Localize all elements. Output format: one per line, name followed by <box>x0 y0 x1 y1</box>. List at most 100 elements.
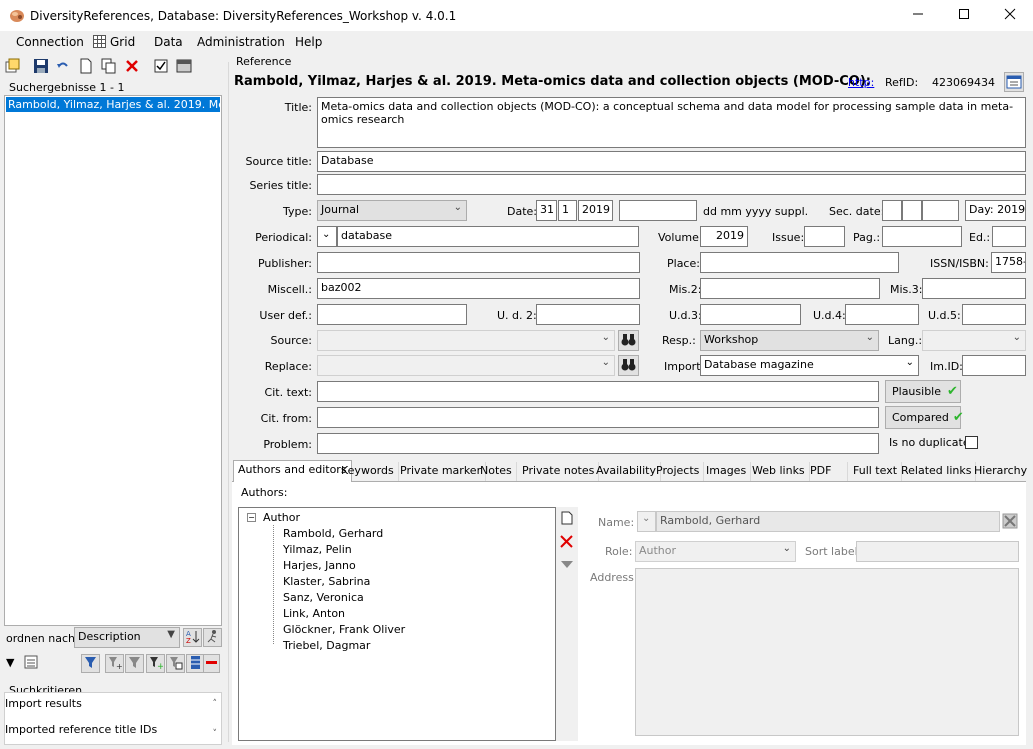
ud3-field[interactable] <box>700 304 801 325</box>
tab-images[interactable]: Images <box>702 462 752 481</box>
new-query-icon[interactable] <box>3 58 21 76</box>
volume-field[interactable]: 2019 <box>700 226 748 247</box>
tab-web-links[interactable]: Web links <box>748 462 810 481</box>
menu-administration[interactable]: Administration <box>197 35 285 49</box>
imid-field[interactable] <box>962 355 1026 376</box>
tab-keywords[interactable]: Keywords <box>337 462 399 481</box>
issue-field[interactable] <box>804 226 845 247</box>
tab-authors[interactable]: Authors and editors <box>233 460 352 482</box>
ud4-field[interactable] <box>845 304 919 325</box>
lang-select[interactable]: ⌄ <box>922 330 1026 351</box>
miscell-field[interactable]: baz002 <box>317 278 640 299</box>
tree-root[interactable]: Author <box>263 511 300 524</box>
mis3-field[interactable] <box>922 278 1026 299</box>
http-link[interactable]: http: <box>848 76 874 89</box>
undo-icon[interactable] <box>54 58 72 76</box>
panel-icon[interactable] <box>175 58 193 76</box>
collapse-icon[interactable]: − <box>247 513 256 522</box>
source-title-field[interactable]: Database <box>317 151 1026 172</box>
move-down-icon[interactable] <box>560 559 574 572</box>
delete-icon[interactable] <box>123 58 141 76</box>
date-day-field[interactable]: 31 <box>536 200 557 221</box>
pag-field[interactable] <box>882 226 962 247</box>
sort-az-icon[interactable]: AZ <box>183 628 202 647</box>
splitter[interactable] <box>228 62 229 742</box>
source-select[interactable]: ⌄ <box>317 330 615 351</box>
menu-help[interactable]: Help <box>295 35 322 49</box>
scroll-down-icon[interactable]: ˅ <box>213 729 218 739</box>
author-item[interactable]: Triebel, Dagmar <box>283 639 370 652</box>
problem-field[interactable] <box>317 433 879 454</box>
replace-select[interactable]: ⌄ <box>317 355 615 376</box>
tab-hierarchy[interactable]: Hierarchy <box>970 462 1031 481</box>
tab-notes[interactable]: Notes <box>476 462 517 481</box>
tab-private-marker[interactable]: Private marker <box>396 462 487 481</box>
remove-author-icon[interactable] <box>559 534 574 552</box>
publisher-field[interactable] <box>317 252 640 273</box>
filter-remove-icon[interactable] <box>125 654 144 673</box>
result-item[interactable]: Rambold, Yilmaz, Harjes & al. 2019. Meta… <box>6 97 220 112</box>
dropdown-toggle-icon[interactable]: ▼ <box>6 656 20 670</box>
tab-private-notes[interactable]: Private notes <box>518 462 600 481</box>
ed-field[interactable] <box>992 226 1026 247</box>
date-year-field[interactable]: 2019 <box>578 200 613 221</box>
import-select[interactable]: Database magazine ⌄ <box>700 355 919 376</box>
address-field[interactable] <box>635 568 1019 736</box>
sec-date-day-field[interactable] <box>882 200 902 221</box>
ud2-field[interactable] <box>536 304 640 325</box>
binoculars-icon[interactable] <box>618 330 639 351</box>
copy-icon[interactable] <box>100 58 118 76</box>
binoculars-icon[interactable] <box>618 355 639 376</box>
menu-data[interactable]: Data <box>154 35 183 49</box>
results-list[interactable]: Rambold, Yilmaz, Harjes & al. 2019. Meta… <box>4 95 222 626</box>
filter-icon[interactable] <box>81 654 100 673</box>
sec-date-month-field[interactable] <box>902 200 922 221</box>
type-select[interactable]: Journal ⌄ <box>317 200 467 221</box>
author-item[interactable]: Sanz, Veronica <box>283 591 364 604</box>
minimize-button[interactable] <box>895 0 941 31</box>
plausible-button[interactable]: Plausible ✔ <box>885 380 961 403</box>
author-item[interactable]: Klaster, Sabrina <box>283 575 370 588</box>
resp-select[interactable]: Workshop ⌄ <box>700 330 879 351</box>
periodical-dropdown-icon[interactable]: ⌄ <box>317 226 337 247</box>
role-select[interactable]: Author ⌄ <box>635 541 796 562</box>
mis2-field[interactable] <box>700 278 880 299</box>
menu-connection[interactable]: Connection <box>16 35 84 49</box>
issn-field[interactable]: 1758- <box>991 252 1026 273</box>
maximize-button[interactable] <box>941 0 987 31</box>
author-item[interactable]: Rambold, Gerhard <box>283 527 383 540</box>
minus-icon[interactable] <box>203 654 220 673</box>
name-dropdown-icon[interactable]: ⌄ <box>637 511 656 532</box>
tab-full-text[interactable]: Full text <box>849 462 903 481</box>
ud5-field[interactable] <box>962 304 1026 325</box>
filter-green-icon[interactable]: + <box>146 654 165 673</box>
tab-related-links[interactable]: Related links <box>897 462 977 481</box>
list-icon[interactable] <box>24 655 38 669</box>
tab-projects[interactable]: Projects <box>652 462 705 481</box>
close-button[interactable] <box>987 0 1033 31</box>
day-field[interactable]: Day: 2019? <box>965 200 1026 221</box>
cit-text-field[interactable] <box>317 381 879 402</box>
sort-select[interactable]: Description ▼ <box>74 627 180 648</box>
criteria-item[interactable]: Import results <box>5 697 82 710</box>
new-author-icon[interactable] <box>560 511 574 528</box>
menu-grid[interactable]: Grid <box>110 35 135 49</box>
author-item[interactable]: Harjes, Janno <box>283 559 356 572</box>
window-view-icon[interactable] <box>1004 72 1024 92</box>
place-field[interactable] <box>700 252 899 273</box>
sort-label-field[interactable] <box>856 541 1019 562</box>
cit-from-field[interactable] <box>317 407 879 428</box>
date-suppl-field[interactable] <box>619 200 697 221</box>
save-icon[interactable] <box>32 58 50 76</box>
filter-add-icon[interactable]: + <box>105 654 124 673</box>
userdef-field[interactable] <box>317 304 467 325</box>
runner-icon[interactable] <box>203 628 222 647</box>
author-item[interactable]: Link, Anton <box>283 607 345 620</box>
name-field[interactable]: Rambold, Gerhard <box>656 511 1000 532</box>
criteria-item[interactable]: Imported reference title IDs <box>5 723 157 736</box>
clear-link-icon[interactable] <box>1002 513 1018 529</box>
new-document-icon[interactable] <box>77 58 95 76</box>
no-duplicate-checkbox[interactable] <box>965 436 978 449</box>
periodical-field[interactable]: database <box>337 226 639 247</box>
criteria-list[interactable]: Import results Imported reference title … <box>4 692 222 745</box>
